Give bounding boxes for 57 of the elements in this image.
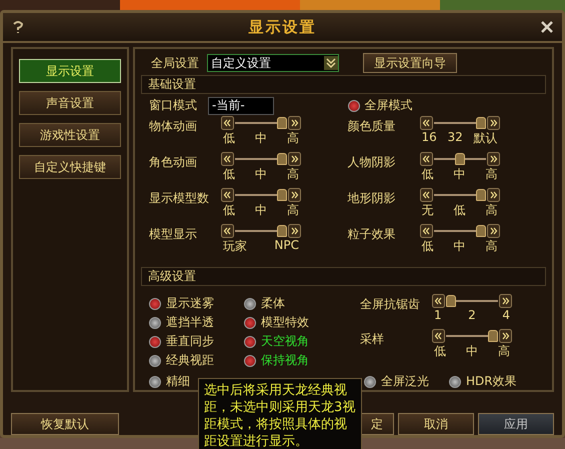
- setting-label: 地形阴影: [348, 190, 396, 207]
- tick-label: 低: [223, 202, 235, 219]
- option-label: 保持视角: [261, 352, 309, 369]
- tick-label: 16: [422, 130, 437, 146]
- tick-label: 1: [434, 308, 442, 322]
- tick-label: 2: [468, 308, 476, 322]
- option-label: 柔体: [261, 295, 285, 312]
- setting-label: 全屏抗锯齿: [360, 296, 421, 313]
- setting-label: 人物阴影: [348, 154, 396, 171]
- window-title: 显示设置: [248, 18, 316, 36]
- tick-label: NPC: [274, 238, 299, 254]
- option-label: 模型特效: [261, 314, 309, 331]
- tick-label: 低: [422, 166, 434, 183]
- tick-label: 低: [223, 130, 235, 147]
- tick-label: 32: [448, 130, 463, 146]
- setting-label: 颜色质量: [348, 118, 396, 135]
- tick-label: 玩家: [223, 238, 247, 255]
- option-label: 精细: [166, 373, 190, 390]
- tooltip: 选中后将采用天龙经典视距，未选中则采用天龙3视距模式，将按照具体的视距设置进行显示。: [198, 378, 362, 449]
- tick-label: 中: [454, 238, 466, 255]
- tick-label: 低: [223, 166, 235, 183]
- setting-label: 物体动画: [149, 118, 198, 135]
- option-label: HDR效果: [466, 373, 517, 390]
- tick-label: 4: [502, 308, 510, 322]
- option-label: 遮挡半透: [166, 314, 214, 331]
- tick-label: 高: [486, 202, 498, 219]
- tick-label: 高: [287, 202, 299, 219]
- option-label: 垂直同步: [166, 333, 214, 350]
- tick-label: 默认: [474, 130, 498, 147]
- setting-label: 窗口模式: [149, 97, 197, 114]
- section-header: 高级设置: [141, 267, 546, 286]
- global-label: 全局设置: [151, 54, 199, 72]
- setting-label: 显示模型数: [149, 190, 210, 207]
- tick-label: 中: [255, 202, 267, 219]
- tick-label: 中: [454, 166, 466, 183]
- option-label: 显示迷雾: [166, 295, 214, 312]
- setting-label: 粒子效果: [348, 226, 396, 243]
- tick-label: 高: [287, 130, 299, 147]
- tick-label: 中: [466, 343, 478, 360]
- setting-label: 模型显示: [149, 226, 198, 243]
- tick-label: 高: [486, 166, 498, 183]
- section-header: 基础设置: [141, 75, 546, 94]
- tick-label: 无: [422, 202, 434, 219]
- tick-label: 中: [255, 166, 267, 183]
- setting-label: 角色动画: [149, 154, 198, 171]
- option-label: 天空视角: [261, 333, 309, 350]
- tick-label: 低: [434, 343, 446, 360]
- tick-label: 低: [422, 238, 434, 255]
- tick-label: 低: [454, 202, 466, 219]
- option-label: 全屏模式: [364, 97, 412, 114]
- tick-label: 高: [287, 166, 299, 183]
- tick-label: 高: [498, 343, 510, 360]
- option-label: 经典视距: [166, 352, 214, 369]
- tick-label: 中: [255, 130, 267, 147]
- tick-label: 高: [486, 238, 498, 255]
- option-label: 全屏泛光: [381, 373, 429, 390]
- setting-label: 采样: [360, 331, 385, 348]
